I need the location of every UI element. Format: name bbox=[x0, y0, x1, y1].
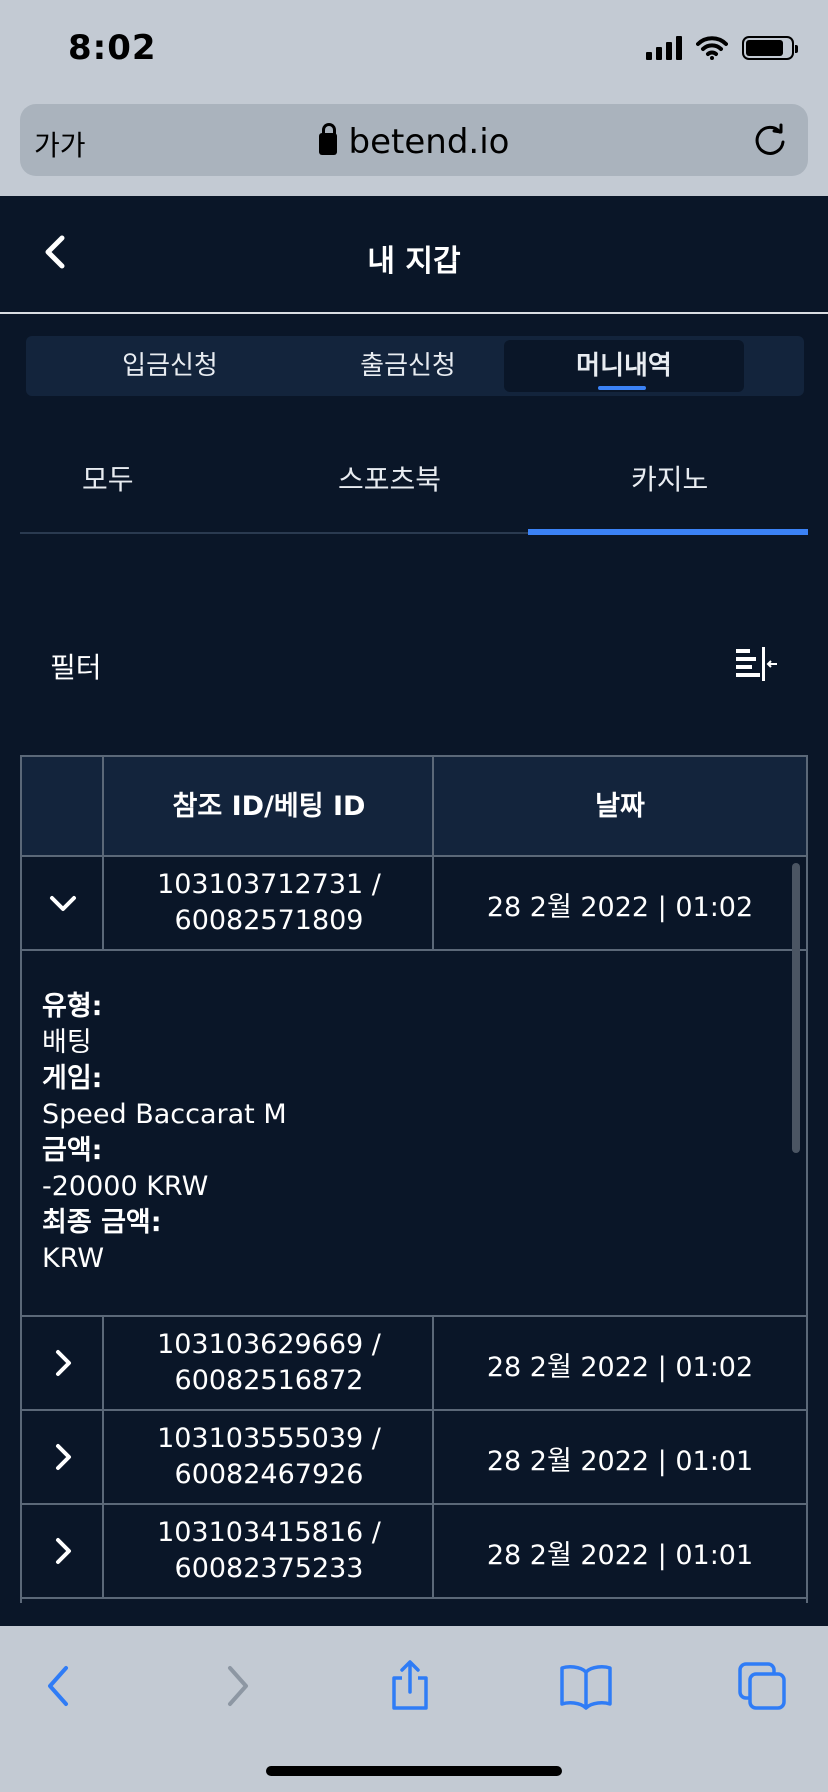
ref-id-cell: 103103712731 / 60082571809 bbox=[157, 869, 381, 936]
table-row[interactable]: 103103415816 / 60082375233 28 2월 2022 | … bbox=[22, 1505, 806, 1599]
browser-forward-icon[interactable] bbox=[206, 1656, 266, 1716]
column-header-expand bbox=[22, 757, 102, 857]
status-icons bbox=[646, 36, 798, 60]
page-title: 내 지갑 bbox=[367, 244, 461, 279]
ref-id-cell: 103103555039 / 60082467926 bbox=[157, 1423, 381, 1490]
table-row[interactable]: 103103629669 / 60082516872 28 2월 2022 | … bbox=[22, 1317, 806, 1411]
tab-money-history[interactable]: 머니내역 bbox=[504, 340, 744, 392]
wifi-icon bbox=[696, 36, 728, 60]
lock-icon bbox=[318, 123, 337, 155]
category-tabs: 모두 스포츠북 카지노 bbox=[20, 430, 808, 535]
column-header-date: 날짜 bbox=[595, 791, 645, 822]
date-cell: 28 2월 2022 | 01:02 bbox=[486, 892, 754, 923]
type-value: 배팅 bbox=[42, 1027, 92, 1058]
share-icon[interactable] bbox=[380, 1656, 440, 1716]
game-value: Speed Baccarat M bbox=[42, 1099, 287, 1130]
table-scrollbar[interactable] bbox=[792, 863, 800, 1153]
row-details-panel: 유형: 배팅 게임: Speed Baccarat M 금액: -20000 K… bbox=[22, 951, 806, 1317]
status-time: 8:02 bbox=[68, 28, 157, 68]
amount-value: -20000 KRW bbox=[42, 1171, 209, 1202]
cellular-signal-icon bbox=[646, 36, 682, 60]
tab-sportsbook[interactable]: 스포츠북 bbox=[338, 458, 441, 498]
transactions-table: 참조 ID/베팅 ID 날짜 103103712731 / 6008257180… bbox=[20, 755, 808, 1603]
browser-toolbar bbox=[0, 1626, 828, 1792]
table-row[interactable]: 103103555039 / 60082467926 28 2월 2022 | … bbox=[22, 1411, 806, 1505]
tab-withdraw[interactable]: 출금신청 bbox=[288, 340, 528, 392]
reload-icon[interactable] bbox=[750, 120, 790, 160]
transaction-details: 유형: 배팅 게임: Speed Baccarat M 금액: -20000 K… bbox=[42, 989, 287, 1277]
filter-label: 필터 bbox=[50, 651, 102, 684]
home-indicator bbox=[266, 1766, 562, 1776]
amount-label: 금액: bbox=[42, 1135, 103, 1166]
final-amount-label: 최종 금액: bbox=[42, 1207, 162, 1238]
tab-all[interactable]: 모두 bbox=[82, 458, 134, 498]
ref-id-cell: 103103629669 / 60082516872 bbox=[157, 1329, 381, 1396]
ref-id-cell: 103103415816 / 60082375233 bbox=[157, 1517, 381, 1584]
table-header: 참조 ID/베팅 ID 날짜 bbox=[22, 755, 806, 857]
chevron-down-icon[interactable] bbox=[48, 888, 78, 918]
filter-toggle-icon[interactable] bbox=[734, 646, 778, 684]
app-header: 내 지갑 bbox=[0, 196, 828, 314]
tab-deposit[interactable]: 입금신청 bbox=[50, 340, 290, 392]
battery-icon bbox=[742, 36, 798, 60]
bookmarks-icon[interactable] bbox=[556, 1656, 616, 1716]
type-label: 유형: bbox=[42, 991, 103, 1022]
url-display[interactable]: betend.io bbox=[20, 122, 808, 162]
wallet-tabs: 입금신청 출금신청 머니내역 bbox=[26, 336, 804, 396]
date-cell: 28 2월 2022 | 01:02 bbox=[486, 1352, 754, 1383]
tabs-icon[interactable] bbox=[732, 1656, 792, 1716]
chevron-right-icon[interactable] bbox=[48, 1536, 78, 1566]
chevron-right-icon[interactable] bbox=[48, 1442, 78, 1472]
browser-top-bar: 8:02 가가 betend.io bbox=[0, 0, 828, 196]
date-cell: 28 2월 2022 | 01:01 bbox=[486, 1446, 754, 1477]
chevron-right-icon[interactable] bbox=[48, 1348, 78, 1378]
url-text: betend.io bbox=[348, 122, 510, 162]
table-row[interactable]: 103103712731 / 60082571809 28 2월 2022 | … bbox=[22, 857, 806, 951]
status-bar: 8:02 bbox=[0, 0, 828, 100]
browser-back-icon[interactable] bbox=[30, 1656, 90, 1716]
column-header-ref-id: 참조 ID/베팅 ID bbox=[172, 791, 366, 822]
active-tab-indicator bbox=[528, 529, 808, 535]
tab-casino[interactable]: 카지노 bbox=[631, 458, 708, 498]
final-amount-value: KRW bbox=[42, 1243, 105, 1274]
game-label: 게임: bbox=[42, 1063, 103, 1094]
date-cell: 28 2월 2022 | 01:01 bbox=[486, 1540, 754, 1571]
address-bar[interactable]: 가가 betend.io bbox=[20, 104, 808, 176]
